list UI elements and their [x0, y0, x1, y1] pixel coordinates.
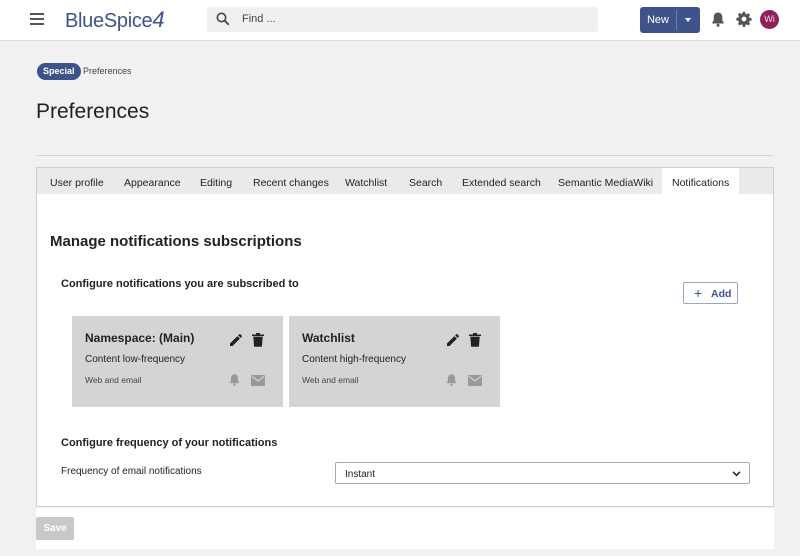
frequency-heading: Configure frequency of your notification… [61, 437, 278, 449]
tab-extended-search[interactable]: Extended search [462, 168, 541, 194]
tab-appearance[interactable]: Appearance [124, 168, 181, 194]
frequency-label: Frequency of email notifications [61, 466, 202, 477]
trash-icon[interactable] [469, 333, 481, 347]
bell-icon [229, 374, 240, 386]
preferences-panel: User profile Appearance Editing Recent c… [36, 167, 774, 507]
new-button[interactable]: New [640, 7, 700, 33]
search-placeholder: Find ... [242, 13, 276, 25]
gear-icon[interactable] [736, 11, 752, 27]
card-title: Watchlist [302, 331, 355, 345]
subscription-card: Namespace: (Main) Content low-frequency … [72, 316, 283, 407]
section-heading: Manage notifications subscriptions [50, 233, 302, 250]
tab-notifications[interactable]: Notifications [662, 168, 740, 194]
tab-user-profile[interactable]: User profile [50, 168, 104, 194]
form-footer: Save [36, 508, 774, 549]
frequency-value: Instant [345, 469, 376, 480]
plus-icon: + [694, 285, 703, 301]
avatar[interactable]: Wi [760, 10, 779, 29]
divider [36, 155, 773, 156]
new-button-label: New [646, 14, 669, 26]
add-button-label: Add [711, 288, 732, 300]
edit-icon[interactable] [446, 333, 460, 347]
card-subtitle: Content low-frequency [85, 354, 186, 365]
tab-semantic-mediawiki[interactable]: Semantic MediaWiki [558, 168, 653, 194]
frequency-select[interactable]: Instant [335, 462, 750, 484]
search-icon [216, 12, 230, 26]
bell-icon [446, 374, 457, 386]
subscriptions-heading: Configure notifications you are subscrib… [61, 278, 299, 290]
card-title: Namespace: (Main) [85, 331, 195, 345]
tab-recent-changes[interactable]: Recent changes [253, 168, 329, 194]
mail-icon [251, 375, 265, 386]
chevron-down-icon[interactable] [677, 7, 700, 33]
page-title: Preferences [36, 100, 150, 123]
tab-search[interactable]: Search [409, 168, 442, 194]
top-header: BlueSpice4 Find ... New Wi [0, 0, 800, 41]
breadcrumb-current: Preferences [83, 66, 132, 76]
card-channels: Web and email [85, 375, 142, 385]
chevron-down-icon [732, 471, 741, 477]
subscription-card: Watchlist Content high-frequency Web and… [289, 316, 500, 407]
bell-icon[interactable] [710, 11, 726, 27]
mail-icon [468, 375, 482, 386]
breadcrumb-special-badge[interactable]: Special [37, 63, 81, 80]
search-input[interactable]: Find ... [207, 7, 598, 32]
logo[interactable]: BlueSpice4 [65, 7, 165, 33]
tab-bar: User profile Appearance Editing Recent c… [37, 168, 773, 194]
trash-icon[interactable] [252, 333, 264, 347]
card-subtitle: Content high-frequency [302, 354, 406, 365]
edit-icon[interactable] [229, 333, 243, 347]
add-subscription-button[interactable]: + Add [683, 282, 738, 304]
card-channels: Web and email [302, 375, 359, 385]
menu-icon[interactable] [30, 13, 44, 25]
tab-editing[interactable]: Editing [200, 168, 232, 194]
tab-watchlist[interactable]: Watchlist [345, 168, 387, 194]
save-button[interactable]: Save [36, 517, 74, 540]
